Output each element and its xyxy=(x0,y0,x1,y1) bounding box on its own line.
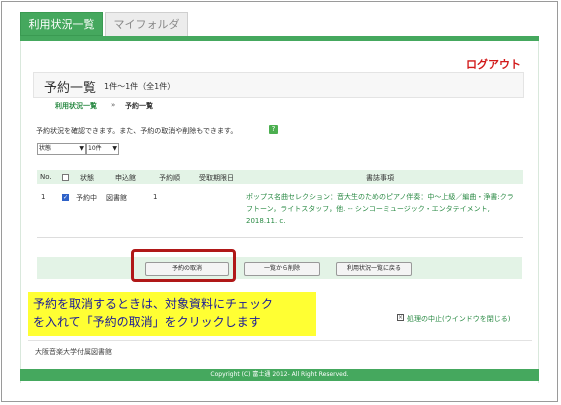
chevron-down-icon: ▼ xyxy=(112,145,117,152)
row-no: 1 xyxy=(41,193,46,201)
status-select-value: 状態 xyxy=(39,145,52,152)
column-header-item: 書誌事項 xyxy=(366,174,394,182)
page-title: 予約一覧 xyxy=(44,81,97,96)
per-page-select[interactable]: 10件 ▼ xyxy=(86,143,119,155)
column-header-deadline: 受取期限日 xyxy=(199,174,234,182)
table-header xyxy=(37,170,523,184)
tab-usage-list[interactable]: 利用状況一覧 xyxy=(20,12,103,36)
callout-line-1: 予約を取消するときは、対象資料にチェック xyxy=(33,297,274,311)
copyright-text: Copyright (C) 富士通 2012- All Right Reserv… xyxy=(210,371,349,378)
highlight-frame xyxy=(131,249,236,282)
row-checkbox[interactable]: ✓ xyxy=(62,194,69,201)
breadcrumb-current: 予約一覧 xyxy=(125,102,153,110)
cancel-process-link[interactable]: 処理の中止(ウインドウを閉じる) xyxy=(407,314,510,324)
status-select[interactable]: 状態 ▼ xyxy=(37,143,86,155)
row-item-link[interactable]: ポップス名曲セレクション：音大生のためのピアノ伴奏：中～上級／編曲・浄書:クラフ… xyxy=(246,191,516,227)
callout-line-2: を入れて「予約の取消」をクリックします xyxy=(33,315,261,329)
result-count: 1件～1件（全1件） xyxy=(104,82,176,91)
column-header-no: No. xyxy=(40,173,52,181)
breadcrumb-usage-list[interactable]: 利用状況一覧 xyxy=(55,101,97,111)
breadcrumb-separator: » xyxy=(111,101,116,109)
delete-from-list-button[interactable]: 一覧から削除 xyxy=(244,262,320,276)
logout-link[interactable]: ログアウト xyxy=(466,56,521,72)
back-to-usage-list-button[interactable]: 利用状況一覧に戻る xyxy=(336,262,412,276)
row-status: 予約中 xyxy=(76,194,97,202)
help-icon[interactable]: ? xyxy=(269,125,278,134)
column-header-library: 申込館 xyxy=(115,174,136,182)
select-all-checkbox[interactable] xyxy=(62,174,69,181)
close-window-icon[interactable]: × xyxy=(397,314,404,321)
per-page-select-value: 10件 xyxy=(88,145,102,152)
library-name: 大阪音楽大学付属図書館 xyxy=(35,348,112,356)
row-divider xyxy=(37,237,523,238)
chevron-down-icon: ▼ xyxy=(79,145,84,152)
row-library: 図書館 xyxy=(106,194,127,202)
column-header-status: 状態 xyxy=(80,174,94,182)
footer-divider xyxy=(28,340,532,341)
tab-my-folder[interactable]: マイフォルダ xyxy=(105,12,188,36)
column-header-order: 予約順 xyxy=(159,174,180,182)
page-description: 予約状況を確認できます。また、予約の取消や削除もできます。 xyxy=(36,127,238,135)
row-order: 1 xyxy=(153,193,158,201)
